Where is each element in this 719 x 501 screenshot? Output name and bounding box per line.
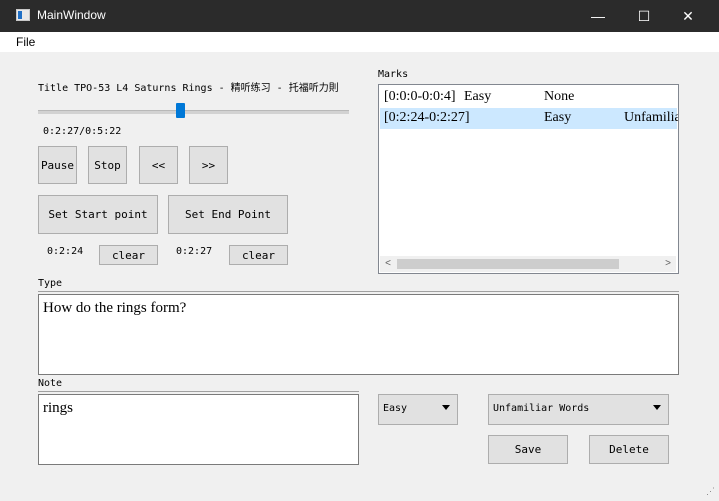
marks-label: Marks (378, 69, 409, 80)
maximize-button[interactable]: ☐ (621, 0, 667, 32)
note-text-area[interactable]: rings (38, 394, 359, 465)
delete-button[interactable]: Delete (589, 435, 669, 464)
type-text-area[interactable]: How do the rings form? (38, 294, 679, 375)
chevron-down-icon (653, 405, 661, 410)
mark-difficulty: Easy (464, 89, 492, 104)
horizontal-scrollbar[interactable]: < > (380, 256, 676, 272)
clear-end-button[interactable]: clear (229, 245, 288, 265)
rewind-button[interactable]: << (139, 146, 178, 184)
playback-slider-track[interactable] (38, 110, 349, 114)
start-time-value: 0:2:24 (47, 246, 84, 257)
scroll-right-icon[interactable]: > (660, 256, 676, 272)
app-icon (16, 9, 30, 21)
minimize-button[interactable]: — (575, 0, 621, 32)
menu-file[interactable]: File (16, 35, 35, 49)
chevron-down-icon (442, 405, 450, 410)
window-title: MainWindow (37, 8, 106, 22)
forward-button[interactable]: >> (189, 146, 228, 184)
time-display: 0:2:27/0:5:22 (43, 126, 122, 137)
difficulty-select[interactable]: Easy (378, 394, 458, 425)
set-start-point-button[interactable]: Set Start point (38, 195, 158, 234)
list-item-selected[interactable]: [0:2:24-0:2:27] Easy Unfamilia (380, 108, 679, 129)
mark-range: [0:2:24-0:2:27] (384, 110, 470, 125)
close-button[interactable]: ✕ (665, 0, 711, 32)
playback-slider-handle[interactable] (176, 103, 185, 118)
type-label: Type (38, 278, 63, 289)
category-select[interactable]: Unfamiliar Words (488, 394, 669, 425)
mark-difficulty: Easy (544, 110, 572, 125)
main-window: MainWindow — ☐ ✕ File Title TPO-53 L4 Sa… (0, 0, 719, 501)
mark-range: [0:0:0-0:0:4] (384, 89, 456, 104)
track-title: Title TPO-53 L4 Saturns Rings - 精听练习 - 托… (38, 83, 339, 94)
menu-bar: File (0, 32, 719, 53)
scroll-left-icon[interactable]: < (380, 256, 396, 272)
mark-type: None (544, 89, 575, 104)
difficulty-select-value: Easy (383, 403, 408, 414)
type-divider (38, 291, 679, 292)
resize-grip-icon[interactable]: ⋰ (706, 486, 715, 497)
save-button[interactable]: Save (488, 435, 568, 464)
clear-start-button[interactable]: clear (99, 245, 158, 265)
title-bar[interactable]: MainWindow — ☐ ✕ (0, 0, 719, 32)
mark-type: Unfamilia (624, 110, 679, 125)
list-item[interactable]: [0:0:0-0:0:4] Easy None (380, 87, 677, 108)
set-end-point-button[interactable]: Set End Point (168, 195, 288, 234)
pause-button[interactable]: Pause (38, 146, 77, 184)
category-select-value: Unfamiliar Words (493, 403, 590, 414)
note-label: Note (38, 378, 63, 389)
scrollbar-thumb[interactable] (397, 259, 619, 269)
stop-button[interactable]: Stop (88, 146, 127, 184)
note-divider (38, 391, 359, 392)
marks-list[interactable]: [0:0:0-0:0:4] Easy None [0:2:24-0:2:27] … (378, 84, 679, 274)
end-time-value: 0:2:27 (176, 246, 213, 257)
